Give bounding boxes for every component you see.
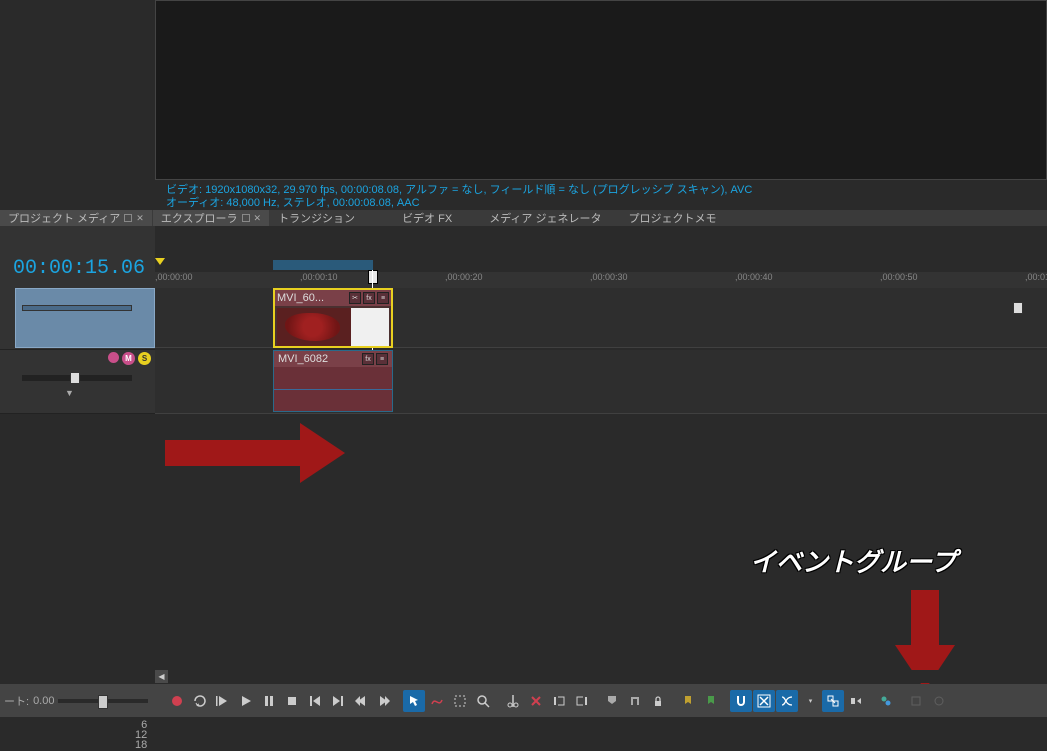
playhead-flag[interactable] [368, 270, 378, 284]
media-info-text: ビデオ: 1920x1080x32, 29.970 fps, 00:00:08.… [166, 184, 752, 210]
stop-button[interactable] [281, 690, 303, 712]
video-track-body[interactable] [15, 288, 155, 348]
dropdown-icon[interactable]: ▼ [65, 388, 74, 398]
annotation-arrow-right [165, 440, 300, 466]
playback-rate: ート:0.00 [2, 693, 148, 709]
tab-project-memo[interactable]: プロジェクトメモ [620, 210, 724, 226]
video-opacity-slider[interactable] [22, 305, 132, 311]
timeline-scrollbar[interactable]: ◀ [155, 670, 1047, 683]
ruler-label: ,00:00:10 [300, 272, 338, 282]
tab-transition[interactable]: トランジション [270, 210, 363, 226]
ruler-label: ,00:00:00 [155, 272, 193, 282]
close-icon[interactable]: ✕ [254, 213, 262, 224]
zoom-tool[interactable] [472, 690, 494, 712]
tab-explorer[interactable]: エクスプローラ✕ [153, 210, 269, 226]
video-slider-handle[interactable] [1013, 302, 1023, 314]
selection-tool[interactable] [449, 690, 471, 712]
prev-frame-button[interactable] [350, 690, 372, 712]
settings-button-2[interactable] [928, 690, 950, 712]
solo-icon[interactable]: S [138, 352, 151, 365]
loop-region[interactable] [273, 260, 373, 270]
menu-icon[interactable]: ≡ [376, 353, 388, 365]
preview-monitor [155, 0, 1047, 180]
timecode-display[interactable]: 00:00:15.06 [0, 226, 155, 288]
go-end-button[interactable] [327, 690, 349, 712]
lock-button[interactable] [647, 690, 669, 712]
event-group-button[interactable] [822, 690, 844, 712]
normal-edit-tool[interactable] [403, 690, 425, 712]
clip-thumbnail [277, 308, 352, 346]
pause-button[interactable] [258, 690, 280, 712]
tab-media-generator[interactable]: メディア ジェネレータ [481, 210, 609, 226]
audio-level-scale: 6 12 18 [135, 720, 147, 750]
marker-insert-button[interactable] [677, 690, 699, 712]
crop-icon[interactable]: ✂ [349, 292, 361, 304]
dock-icon[interactable] [124, 214, 132, 222]
play-start-button[interactable] [212, 690, 234, 712]
timeline-ruler[interactable]: ,00:00:00 ,00:00:10 ,00:00:20 ,00:00:30 ,00:… [155, 272, 1047, 288]
region-insert-button[interactable] [700, 690, 722, 712]
quantize-button[interactable]: ▾ [799, 690, 821, 712]
loop-button[interactable] [189, 690, 211, 712]
fx-icon[interactable]: fx [362, 353, 374, 365]
annotation-text: イベントグループ [750, 542, 956, 579]
go-start-button[interactable] [304, 690, 326, 712]
link-button[interactable] [875, 690, 897, 712]
video-clip[interactable]: MVI_60... ✂ fx ≡ [273, 288, 393, 348]
record-button[interactable] [166, 690, 188, 712]
scrollbar-track[interactable] [168, 670, 1047, 683]
ruler-label: ,00:01:0 [1025, 272, 1047, 282]
auto-ripple-button[interactable] [753, 690, 775, 712]
auto-crossfade-button[interactable] [776, 690, 798, 712]
clip-thumbnail [351, 308, 389, 346]
split-button[interactable] [502, 690, 524, 712]
ripple-edit-button[interactable] [845, 690, 867, 712]
trim-end-button[interactable] [571, 690, 593, 712]
rate-slider[interactable] [58, 699, 148, 703]
audio-clip[interactable]: MVI_6082 fx ≡ [273, 350, 393, 412]
fx-icon[interactable]: fx [363, 292, 375, 304]
scroll-left-icon[interactable]: ◀ [155, 670, 168, 683]
region-button[interactable] [624, 690, 646, 712]
panel-tabs: プロジェクト メディア✕ エクスプローラ✕ トランジション ビデオ FX メディ… [0, 210, 1047, 226]
tab-project-media[interactable]: プロジェクト メディア✕ [0, 210, 152, 226]
timeline-start-marker[interactable] [155, 258, 165, 265]
delete-button[interactable] [525, 690, 547, 712]
envelope-tool[interactable] [426, 690, 448, 712]
play-button[interactable] [235, 690, 257, 712]
tab-video-fx[interactable]: ビデオ FX [394, 210, 460, 226]
dock-icon[interactable] [242, 214, 250, 222]
next-frame-button[interactable] [373, 690, 395, 712]
mute-icon[interactable] [108, 352, 119, 363]
settings-button[interactable] [905, 690, 927, 712]
marker-button[interactable] [601, 690, 623, 712]
ruler-label: ,00:00:20 [445, 272, 483, 282]
menu-icon[interactable]: ≡ [377, 292, 389, 304]
ruler-label: ,00:00:30 [590, 272, 628, 282]
waveform [274, 367, 392, 411]
audio-slider-handle[interactable] [70, 372, 80, 384]
ruler-label: ,00:00:50 [880, 272, 918, 282]
clip-name: MVI_60... [277, 292, 324, 304]
snap-button[interactable] [730, 690, 752, 712]
trim-start-button[interactable] [548, 690, 570, 712]
clip-name: MVI_6082 [278, 353, 328, 365]
ruler-label: ,00:00:40 [735, 272, 773, 282]
close-icon[interactable]: ✕ [136, 213, 144, 224]
mute-icon[interactable]: M [122, 352, 135, 365]
transport-toolbar: ート:0.00 ▾ [0, 684, 1047, 717]
